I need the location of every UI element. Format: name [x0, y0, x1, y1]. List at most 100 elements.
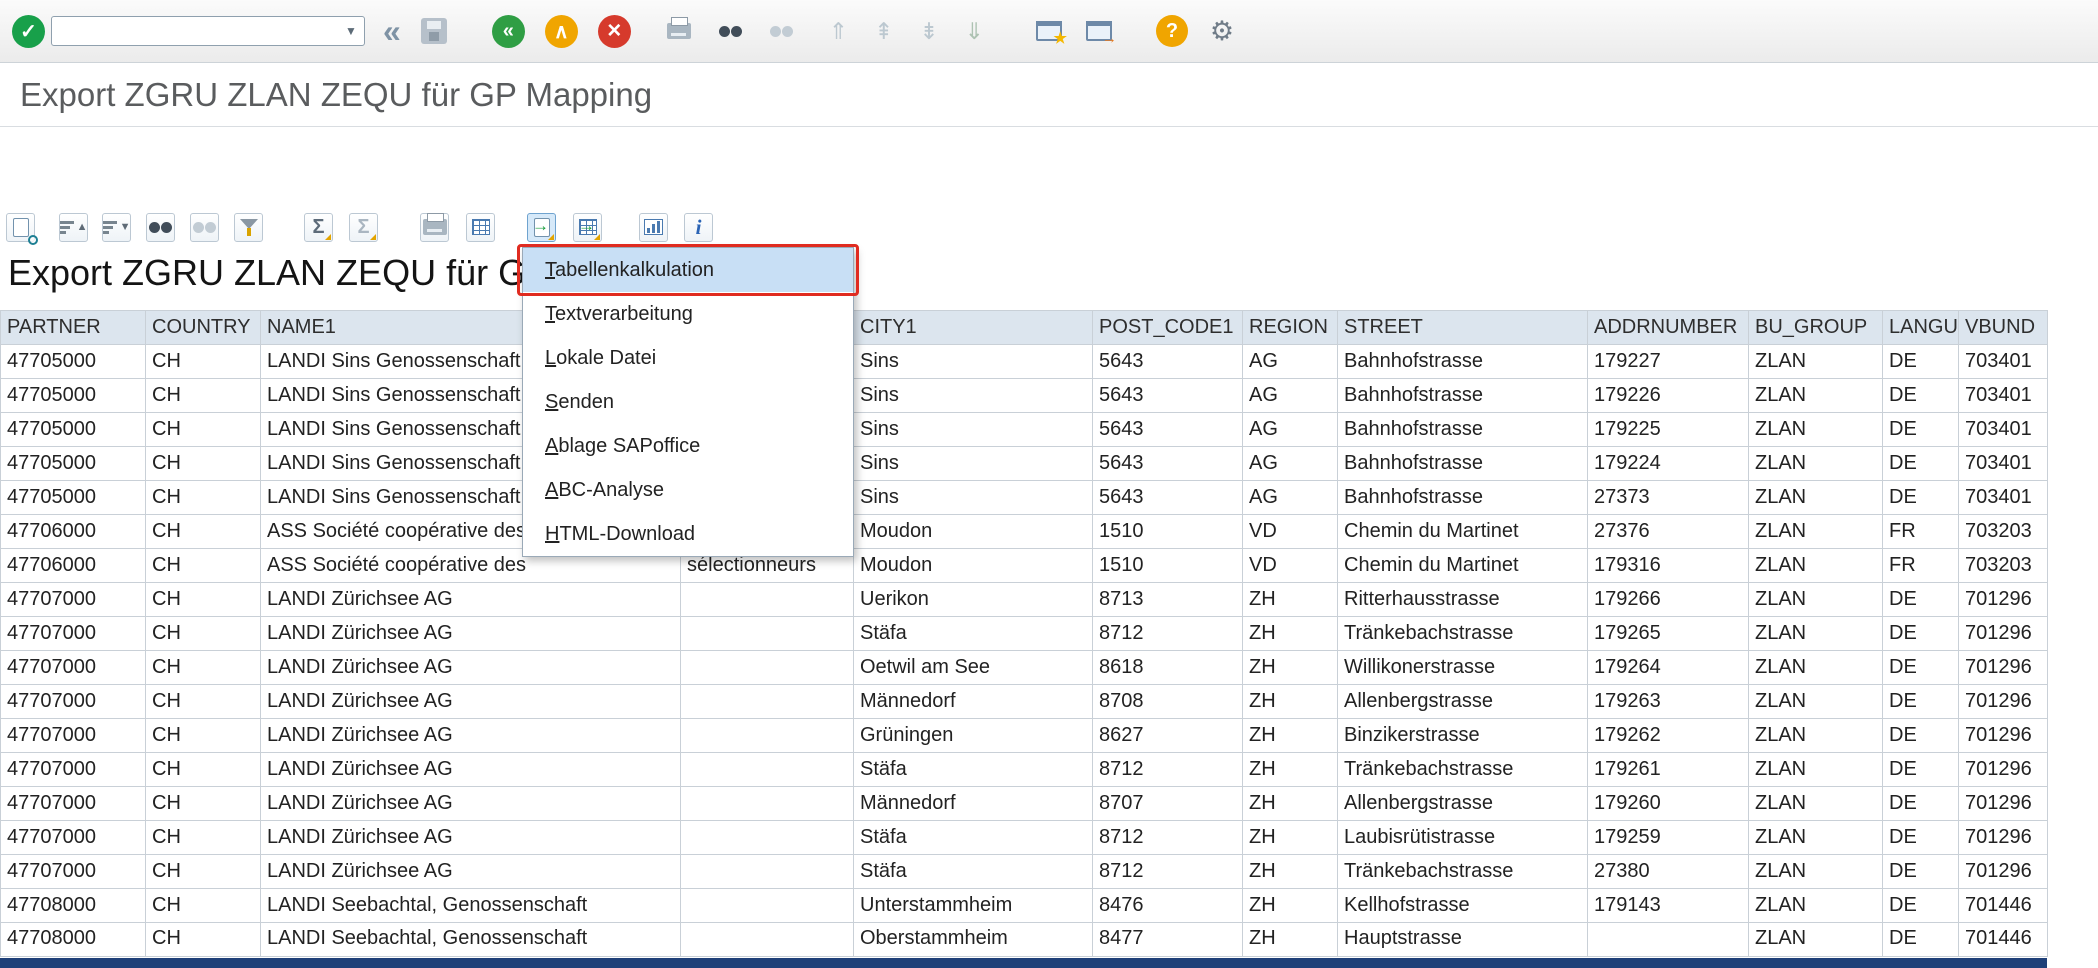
table-row[interactable]: 47707000CHLANDI Zürichsee AGUerikon8713Z… — [1, 583, 2048, 617]
table-row[interactable]: 47705000CHLANDI Sins GenossenschaftSins5… — [1, 413, 2048, 447]
menu-item-ablage-sapoffice[interactable]: Ablage SAPoffice — [523, 424, 853, 468]
back-button[interactable]: « — [492, 15, 525, 48]
table-row[interactable]: 47708000CHLANDI Seebachtal, Genossenscha… — [1, 889, 2048, 923]
subtotal-icon[interactable]: Σ — [349, 213, 378, 242]
customize-layout-gear-icon[interactable]: ⚙ — [1210, 17, 1234, 45]
create-shortcut-button[interactable]: → — [1086, 21, 1112, 41]
column-header-street[interactable]: STREET — [1338, 311, 1588, 345]
table-cell: Stäfa — [854, 753, 1093, 787]
column-header-post_code1[interactable]: POST_CODE1 — [1093, 311, 1243, 345]
save-button[interactable] — [421, 18, 447, 44]
enter-button[interactable]: ✓ — [12, 15, 45, 48]
menu-item-abc-analyse[interactable]: ABC-Analyse — [523, 468, 853, 512]
table-cell: 179259 — [1588, 821, 1749, 855]
menu-item-lokale-datei[interactable]: Lokale Datei — [523, 336, 853, 380]
table-cell: 179263 — [1588, 685, 1749, 719]
table-row[interactable]: 47706000CHASS Société coopérative dessél… — [1, 549, 2048, 583]
filter-icon[interactable] — [234, 213, 263, 242]
exit-button[interactable]: ∧ — [545, 15, 578, 48]
last-page-button[interactable]: ⇓ — [965, 19, 984, 43]
table-cell: 179264 — [1588, 651, 1749, 685]
table-cell: Oetwil am See — [854, 651, 1093, 685]
table-row[interactable]: 47705000CHLANDI Sins GenossenschaftSins5… — [1, 379, 2048, 413]
table-cell: Allenbergstrasse — [1338, 787, 1588, 821]
table-row[interactable]: 47707000CHLANDI Zürichsee AGOetwil am Se… — [1, 651, 2048, 685]
table-cell: Chemin du Martinet — [1338, 549, 1588, 583]
table-cell: 179143 — [1588, 889, 1749, 923]
column-header-region[interactable]: REGION — [1243, 311, 1338, 345]
print-list-icon[interactable] — [420, 213, 449, 242]
column-header-langu[interactable]: LANGU — [1883, 311, 1959, 345]
table-row[interactable]: 47706000CHASS Société coopérative dessél… — [1, 515, 2048, 549]
table-cell: CH — [146, 345, 261, 379]
table-cell: 179266 — [1588, 583, 1749, 617]
cancel-button[interactable]: × — [598, 15, 631, 48]
table-cell: ZH — [1243, 923, 1338, 957]
print-preview-icon[interactable] — [466, 213, 495, 242]
table-cell: DE — [1883, 583, 1959, 617]
menu-item-tabellenkalkulation[interactable]: Tabellenkalkulation — [523, 248, 853, 292]
find-next-button[interactable] — [770, 26, 793, 37]
table-row[interactable]: 47707000CHLANDI Zürichsee AGGrüningen862… — [1, 719, 2048, 753]
page-up-button[interactable]: ⇞ — [874, 19, 893, 43]
table-cell: CH — [146, 583, 261, 617]
table-row[interactable]: 47707000CHLANDI Zürichsee AGMännedorf870… — [1, 685, 2048, 719]
menu-item-senden[interactable]: Senden — [523, 380, 853, 424]
info-icon[interactable]: i — [684, 213, 713, 242]
table-row[interactable]: 47707000CHLANDI Zürichsee AGMännedorf870… — [1, 787, 2048, 821]
export-icon[interactable]: → — [527, 213, 556, 242]
find-next-icon[interactable] — [190, 213, 219, 242]
bars-glyph — [60, 221, 74, 234]
table-cell: 47705000 — [1, 413, 146, 447]
help-button[interactable]: ? — [1156, 15, 1188, 47]
new-session-button[interactable]: ★ — [1036, 21, 1062, 41]
shortcut-arrow-icon: → — [1102, 30, 1117, 47]
table-cell: 8476 — [1093, 889, 1243, 923]
find-button[interactable] — [719, 26, 742, 37]
table-row[interactable]: 47708000CHLANDI Seebachtal, Genossenscha… — [1, 923, 2048, 957]
table-cell: ZLAN — [1749, 753, 1883, 787]
sort-descending-icon[interactable]: ▼ — [102, 213, 131, 242]
column-header-bu_group[interactable]: BU_GROUP — [1749, 311, 1883, 345]
menu-item-textverarbeitung[interactable]: Textverarbeitung — [523, 292, 853, 336]
column-header-city1[interactable]: CITY1 — [854, 311, 1093, 345]
table-row[interactable]: 47705000CHLANDI Sins GenossenschaftSins5… — [1, 345, 2048, 379]
details-icon[interactable] — [6, 213, 35, 242]
column-header-vbund[interactable]: VBUND — [1959, 311, 2048, 345]
table-cell: CH — [146, 617, 261, 651]
table-row[interactable]: 47707000CHLANDI Zürichsee AGStäfa8712ZHT… — [1, 617, 2048, 651]
table-cell: ZLAN — [1749, 481, 1883, 515]
table-cell: FR — [1883, 549, 1959, 583]
page-down-button[interactable]: ⇟ — [919, 19, 938, 43]
menu-item-html-download[interactable]: HTML-Download — [523, 512, 853, 556]
command-field-dropdown-icon[interactable]: ▼ — [338, 17, 364, 45]
table-cell: 179225 — [1588, 413, 1749, 447]
table-row[interactable]: 47707000CHLANDI Zürichsee AGStäfa8712ZHL… — [1, 821, 2048, 855]
table-cell: 47708000 — [1, 923, 146, 957]
table-row[interactable]: 47705000CHLANDI Sins GenossenschaftSins5… — [1, 447, 2048, 481]
table-cell: AG — [1243, 413, 1338, 447]
graphics-icon[interactable] — [639, 213, 668, 242]
export-variant-icon[interactable]: → — [573, 213, 602, 242]
menu-corner-icon — [370, 234, 376, 240]
column-header-partner[interactable]: PARTNER — [1, 311, 146, 345]
find-icon[interactable] — [146, 213, 175, 242]
cancel-icon: × — [607, 17, 621, 45]
table-cell: ZH — [1243, 685, 1338, 719]
table-row[interactable]: 47707000CHLANDI Zürichsee AGStäfa8712ZHT… — [1, 855, 2048, 889]
table-cell: Stäfa — [854, 855, 1093, 889]
print-button[interactable] — [667, 23, 691, 39]
back-icon: « — [503, 20, 514, 43]
sort-ascending-icon[interactable]: ▲ — [59, 213, 88, 242]
column-header-country[interactable]: COUNTRY — [146, 311, 261, 345]
screen-title: Export ZGRU ZLAN ZEQU für GP Mapping — [20, 76, 652, 114]
table-cell: Kellhofstrasse — [1338, 889, 1588, 923]
table-row[interactable]: 47705000CHLANDI Sins GenossenschaftSins5… — [1, 481, 2048, 515]
collapse-command-bar-icon[interactable]: « — [383, 16, 401, 46]
table-row[interactable]: 47707000CHLANDI Zürichsee AGStäfa8712ZHT… — [1, 753, 2048, 787]
command-field[interactable] — [52, 17, 338, 45]
sum-icon[interactable]: Σ — [304, 213, 333, 242]
table-cell: 47705000 — [1, 345, 146, 379]
column-header-addrnumber[interactable]: ADDRNUMBER — [1588, 311, 1749, 345]
first-page-button[interactable]: ⇑ — [829, 19, 848, 43]
